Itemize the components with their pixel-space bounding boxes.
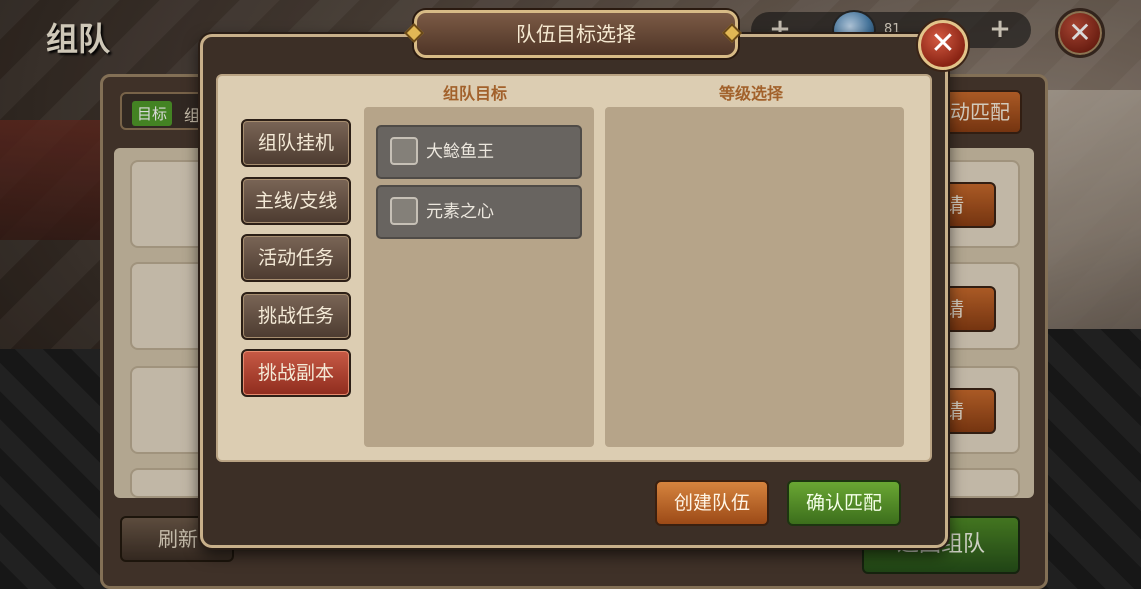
- target-item[interactable]: 大鲶鱼王: [376, 125, 582, 179]
- category-tab-challenge-dungeon[interactable]: 挑战副本: [241, 349, 351, 397]
- confirm-match-button[interactable]: 确认匹配: [787, 480, 901, 526]
- target-item[interactable]: 元素之心: [376, 185, 582, 239]
- target-item-label: 大鲶鱼王: [426, 142, 494, 162]
- category-tab-events[interactable]: 活动任务: [241, 234, 351, 282]
- category-tab-afk[interactable]: 组队挂机: [241, 119, 351, 167]
- category-tab-challenge-quests[interactable]: 挑战任务: [241, 292, 351, 340]
- category-tab-main-side[interactable]: 主线/支线: [241, 177, 351, 225]
- checkbox-icon[interactable]: [390, 197, 418, 225]
- target-item-label: 元素之心: [426, 202, 494, 222]
- level-list: [605, 107, 904, 447]
- checkbox-icon[interactable]: [390, 137, 418, 165]
- create-team-button[interactable]: 创建队伍: [655, 480, 769, 526]
- level-column-header: 等级选择: [719, 84, 784, 103]
- dialog-title: 队伍目标选择: [414, 10, 738, 58]
- goal-column-header: 组队目标: [443, 84, 508, 103]
- close-icon[interactable]: ✕: [918, 20, 968, 70]
